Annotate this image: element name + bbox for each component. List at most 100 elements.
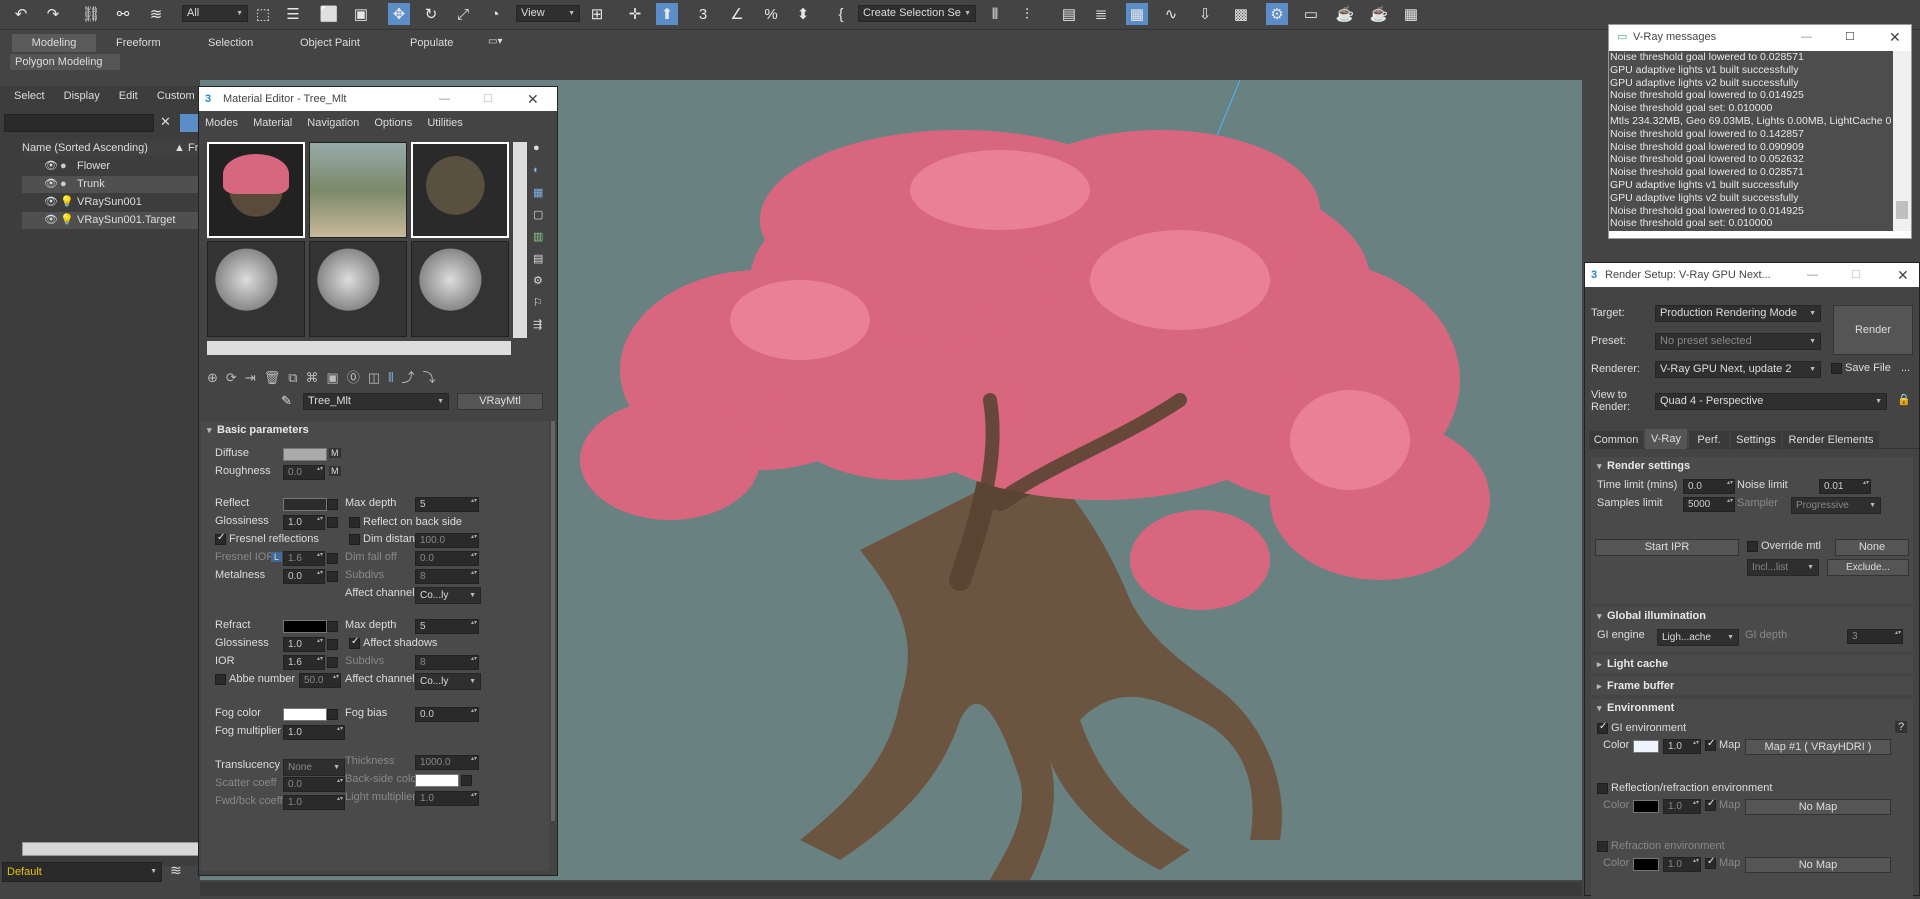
affect-shadows-checkbox[interactable]	[349, 636, 360, 649]
noise-limit-spinner[interactable]: 0.01	[1819, 479, 1871, 494]
render-setup-titlebar[interactable]: 3 Render Setup: V-Ray GPU Next... — ☐ ✕	[1585, 263, 1919, 287]
reflect-glossiness-spinner[interactable]: 1.0	[283, 515, 325, 530]
refl-env-color-swatch[interactable]	[1633, 800, 1659, 813]
select-by-name-icon[interactable]: ☰	[282, 3, 304, 25]
refr-env-checkbox[interactable]	[1597, 841, 1608, 852]
gi-rollout[interactable]: Global illumination	[1591, 607, 1913, 625]
ribbon-options-icon[interactable]: ▭▾	[488, 36, 502, 47]
move-icon[interactable]: ✥	[388, 3, 410, 25]
menu-navigation[interactable]: Navigation	[307, 117, 359, 129]
dim-distance-spinner[interactable]: 100.0	[415, 533, 479, 548]
save-file-browse[interactable]: ...	[1901, 362, 1910, 374]
exclude-button[interactable]: Exclude...	[1827, 559, 1909, 576]
layer-explorer-icon[interactable]: ≣	[1090, 3, 1112, 25]
angle-snap-icon[interactable]: ∠	[726, 3, 748, 25]
scene-item-trunk[interactable]: 👁 ● Trunk	[22, 176, 200, 193]
menu-display[interactable]: Display	[64, 90, 100, 102]
align-icon[interactable]: ⫶	[1016, 3, 1038, 25]
rect-selection-icon[interactable]: ⬜	[318, 3, 340, 25]
target-dropdown[interactable]: Production Rendering Mode ▼	[1655, 305, 1821, 322]
minimize-button[interactable]: —	[1801, 25, 1812, 49]
renderer-dropdown[interactable]: V-Ray GPU Next, update 2 ▼	[1655, 361, 1821, 378]
refr-env-map-button[interactable]: No Map	[1745, 857, 1891, 873]
keyboard-shortcut-icon[interactable]: ⬆	[656, 3, 678, 25]
lock-view-icon[interactable]: 🔒	[1897, 393, 1911, 406]
spinner-snap-icon[interactable]: ⬍	[792, 3, 814, 25]
reflect-affect-channels-dropdown[interactable]: Co...ly ▼	[415, 587, 481, 604]
pick-material-icon[interactable]: ✎	[281, 393, 292, 409]
select-by-material-icon[interactable]: ⚐	[533, 296, 553, 318]
close-button[interactable]: ✕	[1889, 25, 1901, 49]
diffuse-map-button[interactable]: M	[329, 448, 341, 458]
ribbon-tab-selection[interactable]: Selection	[208, 34, 253, 52]
render-iterative-icon[interactable]: ☕	[1368, 3, 1390, 25]
curve-editor-icon[interactable]: ∿	[1160, 3, 1182, 25]
vray-messages-titlebar[interactable]: ▭ V-Ray messages — ☐ ✕	[1609, 25, 1911, 49]
unlink-icon[interactable]: ⚯	[112, 3, 134, 25]
make-preview-icon[interactable]: ▤	[533, 252, 553, 274]
back-side-color-swatch[interactable]	[415, 774, 459, 787]
select-manipulate-icon[interactable]: ✛	[624, 3, 646, 25]
samples-limit-spinner[interactable]: 5000	[1683, 497, 1735, 512]
undo-icon[interactable]: ↶	[10, 3, 32, 25]
ribbon-polygon-modeling[interactable]: Polygon Modeling	[10, 54, 120, 70]
window-crossing-icon[interactable]: ▣	[350, 3, 372, 25]
uv-tiling-icon[interactable]: ▢	[533, 208, 553, 230]
snaps-toggle-icon[interactable]: 3	[692, 3, 714, 25]
menu-edit[interactable]: Edit	[119, 90, 138, 102]
reference-coordinate-dropdown[interactable]: View ▼	[516, 5, 580, 22]
fog-bias-spinner[interactable]: 0.0	[415, 707, 479, 722]
environment-rollout[interactable]: Environment	[1591, 699, 1913, 717]
fresnel-ior-map-slot[interactable]	[327, 553, 338, 564]
override-mtl-none-button[interactable]: None	[1835, 539, 1909, 556]
ribbon-tab-modeling[interactable]: Modeling	[12, 34, 96, 52]
layer-dropdown[interactable]: Default ▼	[2, 862, 162, 882]
tab-settings[interactable]: Settings	[1731, 431, 1781, 449]
frame-buffer-rollout[interactable]: Frame buffer	[1591, 677, 1913, 695]
sample-slot-6[interactable]	[411, 241, 509, 337]
pivot-center-icon[interactable]: ⊞	[586, 3, 608, 25]
bind-spacewarp-icon[interactable]: ≋	[145, 3, 167, 25]
selection-filter-dropdown[interactable]: All ▼	[182, 5, 248, 22]
dim-distance-checkbox[interactable]	[349, 534, 360, 545]
assign-material-icon[interactable]: ⇥	[245, 370, 256, 385]
vray-messages-scrollbar[interactable]	[1893, 51, 1911, 231]
sample-vscroll[interactable]	[513, 142, 527, 338]
link-icon[interactable]: ⛓	[80, 3, 102, 25]
thickness-spinner[interactable]: 1000.0	[415, 755, 479, 770]
reflect-max-depth-spinner[interactable]: 5	[415, 497, 479, 512]
environment-help-button[interactable]: ?	[1895, 721, 1908, 733]
eye-icon[interactable]: 👁	[44, 194, 58, 211]
show-end-result-icon[interactable]: ⫴	[388, 370, 393, 385]
metalness-spinner[interactable]: 0.0	[283, 569, 325, 584]
menu-select[interactable]: Select	[14, 90, 45, 102]
tab-vray[interactable]: V-Ray	[1645, 429, 1687, 449]
reflect-subdivs-spinner[interactable]: 8	[415, 569, 479, 584]
make-unique-icon[interactable]: ⌘	[306, 370, 319, 385]
place-icon[interactable]: ◔	[484, 3, 506, 25]
scene-explorer-toggle-icon[interactable]: ▤	[1058, 3, 1080, 25]
include-list-dropdown[interactable]: Incl...list ▼	[1747, 559, 1819, 576]
ior-map-slot[interactable]	[327, 657, 338, 668]
sample-slot-5[interactable]	[309, 241, 407, 337]
menu-custom[interactable]: Custom	[157, 90, 195, 102]
light-cache-rollout[interactable]: Light cache	[1591, 655, 1913, 673]
refr-env-map-checkbox[interactable]	[1705, 856, 1716, 869]
select-object-icon[interactable]: ⬚	[252, 3, 274, 25]
reset-icon[interactable]: 🗑	[264, 370, 281, 385]
sample-hscroll[interactable]	[207, 341, 511, 355]
gi-env-color-swatch[interactable]	[1633, 740, 1659, 753]
percent-snap-icon[interactable]: %	[760, 3, 782, 25]
edit-named-selection-icon[interactable]: {	[830, 3, 852, 25]
fresnel-checkbox[interactable]	[215, 532, 226, 545]
ribbon-tab-freeform[interactable]: Freeform	[116, 34, 161, 52]
gi-env-map-checkbox[interactable]	[1705, 738, 1716, 751]
render-button[interactable]: Render	[1833, 305, 1913, 355]
render-settings-rollout[interactable]: Render settings	[1591, 457, 1913, 475]
refract-map-slot[interactable]	[327, 621, 338, 632]
gi-env-map-button[interactable]: Map #1 ( VRayHDRI )	[1745, 739, 1891, 755]
close-button[interactable]: ✕	[527, 87, 539, 111]
schematic-view-icon[interactable]: ⇩	[1194, 3, 1216, 25]
material-id-icon[interactable]: ⓪	[347, 370, 360, 385]
video-color-icon[interactable]: ▥	[533, 230, 553, 252]
